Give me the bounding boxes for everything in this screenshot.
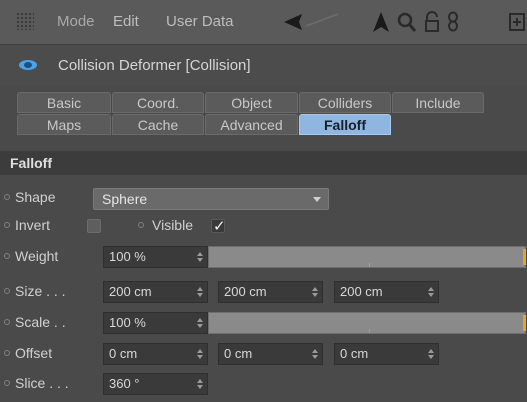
chevron-down-icon bbox=[313, 197, 321, 202]
scale-row: Scale . . 100 % bbox=[0, 311, 527, 335]
up-arrow-icon[interactable] bbox=[371, 8, 391, 36]
tab-colliders[interactable]: Colliders bbox=[299, 92, 391, 113]
tab-cache[interactable]: Cache bbox=[112, 114, 204, 135]
slice-field[interactable]: 360 ° bbox=[103, 373, 208, 395]
section-title: Falloff bbox=[0, 151, 527, 175]
offset-label: Offset bbox=[15, 345, 53, 361]
shape-row: Shape Sphere bbox=[0, 186, 527, 210]
link-icon[interactable] bbox=[446, 8, 460, 36]
offset-z-field[interactable]: 0 cm bbox=[334, 343, 439, 365]
spinner-icon[interactable] bbox=[428, 287, 434, 297]
offset-z-value: 0 cm bbox=[340, 346, 369, 361]
slider-tick bbox=[369, 329, 370, 333]
shape-value: Sphere bbox=[102, 191, 148, 207]
scale-value: 100 % bbox=[109, 315, 146, 330]
size-label: Size . . . bbox=[15, 283, 66, 299]
tab-falloff[interactable]: Falloff bbox=[299, 114, 391, 135]
menu-edit[interactable]: Edit bbox=[113, 13, 139, 30]
menu-user-data[interactable]: User Data bbox=[166, 13, 234, 30]
slider-handle[interactable] bbox=[523, 315, 526, 331]
scale-slider[interactable] bbox=[208, 312, 526, 334]
lock-icon[interactable] bbox=[423, 8, 441, 36]
animation-dot-icon[interactable] bbox=[4, 288, 10, 294]
animation-dot-icon[interactable] bbox=[138, 222, 144, 228]
offset-x-value: 0 cm bbox=[109, 346, 138, 361]
tab-advanced[interactable]: Advanced bbox=[205, 114, 298, 135]
animation-dot-icon[interactable] bbox=[4, 380, 10, 386]
visible-checkbox[interactable]: ✓ bbox=[211, 218, 226, 235]
tab-object[interactable]: Object bbox=[205, 92, 298, 113]
slice-row: Slice . . . 360 ° bbox=[0, 372, 527, 396]
new-panel-icon[interactable] bbox=[509, 8, 525, 36]
weight-value: 100 % bbox=[109, 249, 146, 264]
size-z-value: 200 cm bbox=[340, 284, 383, 299]
size-z-field[interactable]: 200 cm bbox=[334, 281, 439, 303]
weight-field[interactable]: 100 % bbox=[103, 246, 208, 268]
slider-handle[interactable] bbox=[523, 249, 526, 265]
spinner-icon[interactable] bbox=[197, 349, 203, 359]
grip-handle-icon[interactable] bbox=[16, 12, 34, 30]
object-header: Collision Deformer [Collision] bbox=[0, 45, 527, 85]
offset-x-field[interactable]: 0 cm bbox=[103, 343, 208, 365]
invert-checkbox[interactable] bbox=[87, 219, 101, 233]
offset-row: Offset 0 cm 0 cm 0 cm bbox=[0, 342, 527, 366]
search-icon[interactable] bbox=[397, 8, 417, 36]
slice-value: 360 ° bbox=[109, 376, 140, 391]
invert-visible-row: Invert Visible ✓ bbox=[0, 214, 527, 238]
offset-y-value: 0 cm bbox=[224, 346, 253, 361]
weight-slider[interactable] bbox=[208, 246, 526, 268]
scale-field[interactable]: 100 % bbox=[103, 312, 208, 334]
size-y-value: 200 cm bbox=[224, 284, 267, 299]
animation-dot-icon[interactable] bbox=[4, 350, 10, 356]
collision-deformer-icon bbox=[18, 58, 37, 70]
offset-y-field[interactable]: 0 cm bbox=[218, 343, 323, 365]
spinner-icon[interactable] bbox=[197, 252, 203, 262]
object-title: Collision Deformer [Collision] bbox=[58, 57, 251, 74]
slider-tick bbox=[369, 263, 370, 267]
animation-dot-icon[interactable] bbox=[4, 194, 10, 200]
weight-label: Weight bbox=[15, 248, 59, 264]
spinner-icon[interactable] bbox=[197, 379, 203, 389]
tab-basic[interactable]: Basic bbox=[17, 92, 111, 113]
scale-label: Scale . . bbox=[15, 314, 66, 330]
tab-include[interactable]: Include bbox=[392, 92, 484, 113]
menu-bar: Mode Edit User Data bbox=[0, 0, 527, 45]
spinner-icon[interactable] bbox=[312, 287, 318, 297]
size-x-field[interactable]: 200 cm bbox=[103, 281, 208, 303]
animation-dot-icon[interactable] bbox=[4, 253, 10, 259]
size-x-value: 200 cm bbox=[109, 284, 152, 299]
menu-mode[interactable]: Mode bbox=[57, 13, 95, 30]
shape-label: Shape bbox=[15, 189, 56, 205]
spinner-icon[interactable] bbox=[312, 349, 318, 359]
spinner-icon[interactable] bbox=[197, 318, 203, 328]
shape-dropdown[interactable]: Sphere bbox=[93, 188, 329, 210]
check-icon: ✓ bbox=[213, 218, 226, 235]
visible-label: Visible bbox=[152, 217, 193, 233]
back-arrow-icon[interactable] bbox=[282, 8, 342, 36]
spinner-icon[interactable] bbox=[197, 287, 203, 297]
weight-row: Weight 100 % bbox=[0, 245, 527, 269]
slice-label: Slice . . . bbox=[15, 375, 69, 391]
spinner-icon[interactable] bbox=[428, 349, 434, 359]
animation-dot-icon[interactable] bbox=[4, 222, 10, 228]
size-y-field[interactable]: 200 cm bbox=[218, 281, 323, 303]
tab-maps[interactable]: Maps bbox=[17, 114, 111, 135]
size-row: Size . . . 200 cm 200 cm 200 cm bbox=[0, 280, 527, 304]
animation-dot-icon[interactable] bbox=[4, 319, 10, 325]
tab-coord[interactable]: Coord. bbox=[112, 92, 204, 113]
invert-label: Invert bbox=[15, 217, 51, 233]
